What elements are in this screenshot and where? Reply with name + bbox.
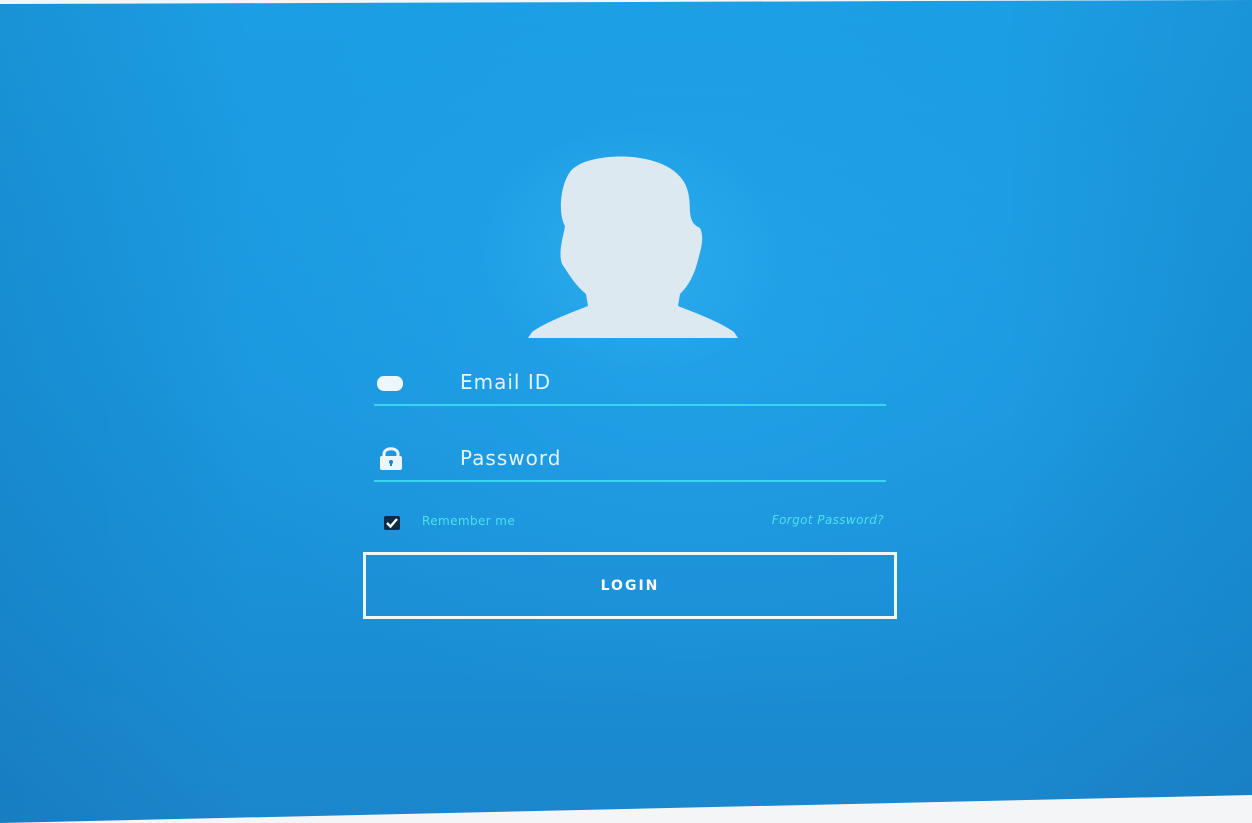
email-underline — [374, 404, 886, 406]
user-silhouette-icon — [528, 156, 738, 338]
envelope-icon — [377, 376, 403, 391]
remember-me-checkbox[interactable] — [384, 516, 400, 530]
password-underline — [374, 480, 886, 482]
lock-icon — [380, 447, 402, 470]
password-field — [374, 436, 886, 482]
checkmark-icon — [386, 518, 398, 529]
forgot-password-link[interactable]: Forgot Password? — [772, 513, 884, 527]
email-field — [374, 360, 886, 406]
password-input[interactable] — [460, 436, 880, 480]
login-button[interactable]: LOGIN — [363, 552, 897, 619]
login-options: Remember me Forgot Password? — [380, 510, 890, 538]
login-screen: Remember me Forgot Password? LOGIN — [0, 0, 1252, 823]
email-input[interactable] — [460, 360, 880, 404]
remember-me-label[interactable]: Remember me — [422, 514, 515, 528]
